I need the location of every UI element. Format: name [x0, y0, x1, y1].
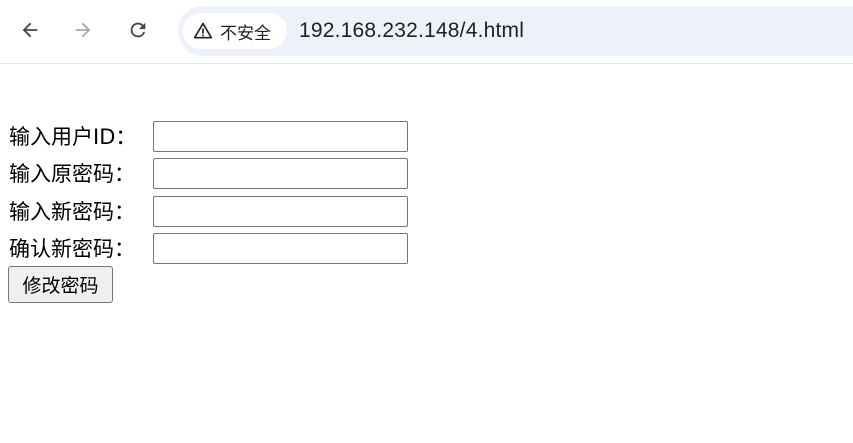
reload-icon [130, 22, 146, 38]
browser-toolbar: 不安全 192.168.232.148/4.html [0, 0, 853, 64]
confirm-password-label: 确认新密码： [9, 237, 135, 261]
address-bar[interactable]: 不安全 192.168.232.148/4.html [178, 6, 853, 56]
security-status-chip[interactable]: 不安全 [183, 13, 287, 49]
user-id-input[interactable] [153, 121, 408, 152]
reload-button[interactable] [122, 14, 154, 46]
old-password-input[interactable] [153, 158, 408, 189]
new-password-label: 输入新密码： [9, 200, 135, 224]
confirm-password-row: 确认新密码： [9, 231, 408, 265]
old-password-label: 输入原密码： [9, 162, 135, 186]
old-password-row: 输入原密码： [9, 156, 408, 190]
back-arrow-icon [22, 22, 38, 38]
warning-triangle-icon [193, 22, 213, 39]
url-text[interactable]: 192.168.232.148/4.html [299, 18, 524, 44]
new-password-row: 输入新密码： [9, 194, 408, 228]
new-password-input[interactable] [153, 196, 408, 227]
forward-arrow-icon [75, 22, 91, 38]
user-id-row: 输入用户ID： [9, 119, 408, 153]
change-password-button[interactable]: 修改密码 [8, 266, 113, 303]
confirm-password-input[interactable] [153, 233, 408, 264]
user-id-label: 输入用户ID： [9, 125, 137, 149]
forward-button[interactable] [67, 14, 99, 46]
back-button[interactable] [14, 14, 46, 46]
security-chip-label: 不安全 [220, 23, 271, 44]
page-content: 输入用户ID： 输入原密码： 输入新密码： 确认新密码： 修改密码 [0, 65, 853, 443]
